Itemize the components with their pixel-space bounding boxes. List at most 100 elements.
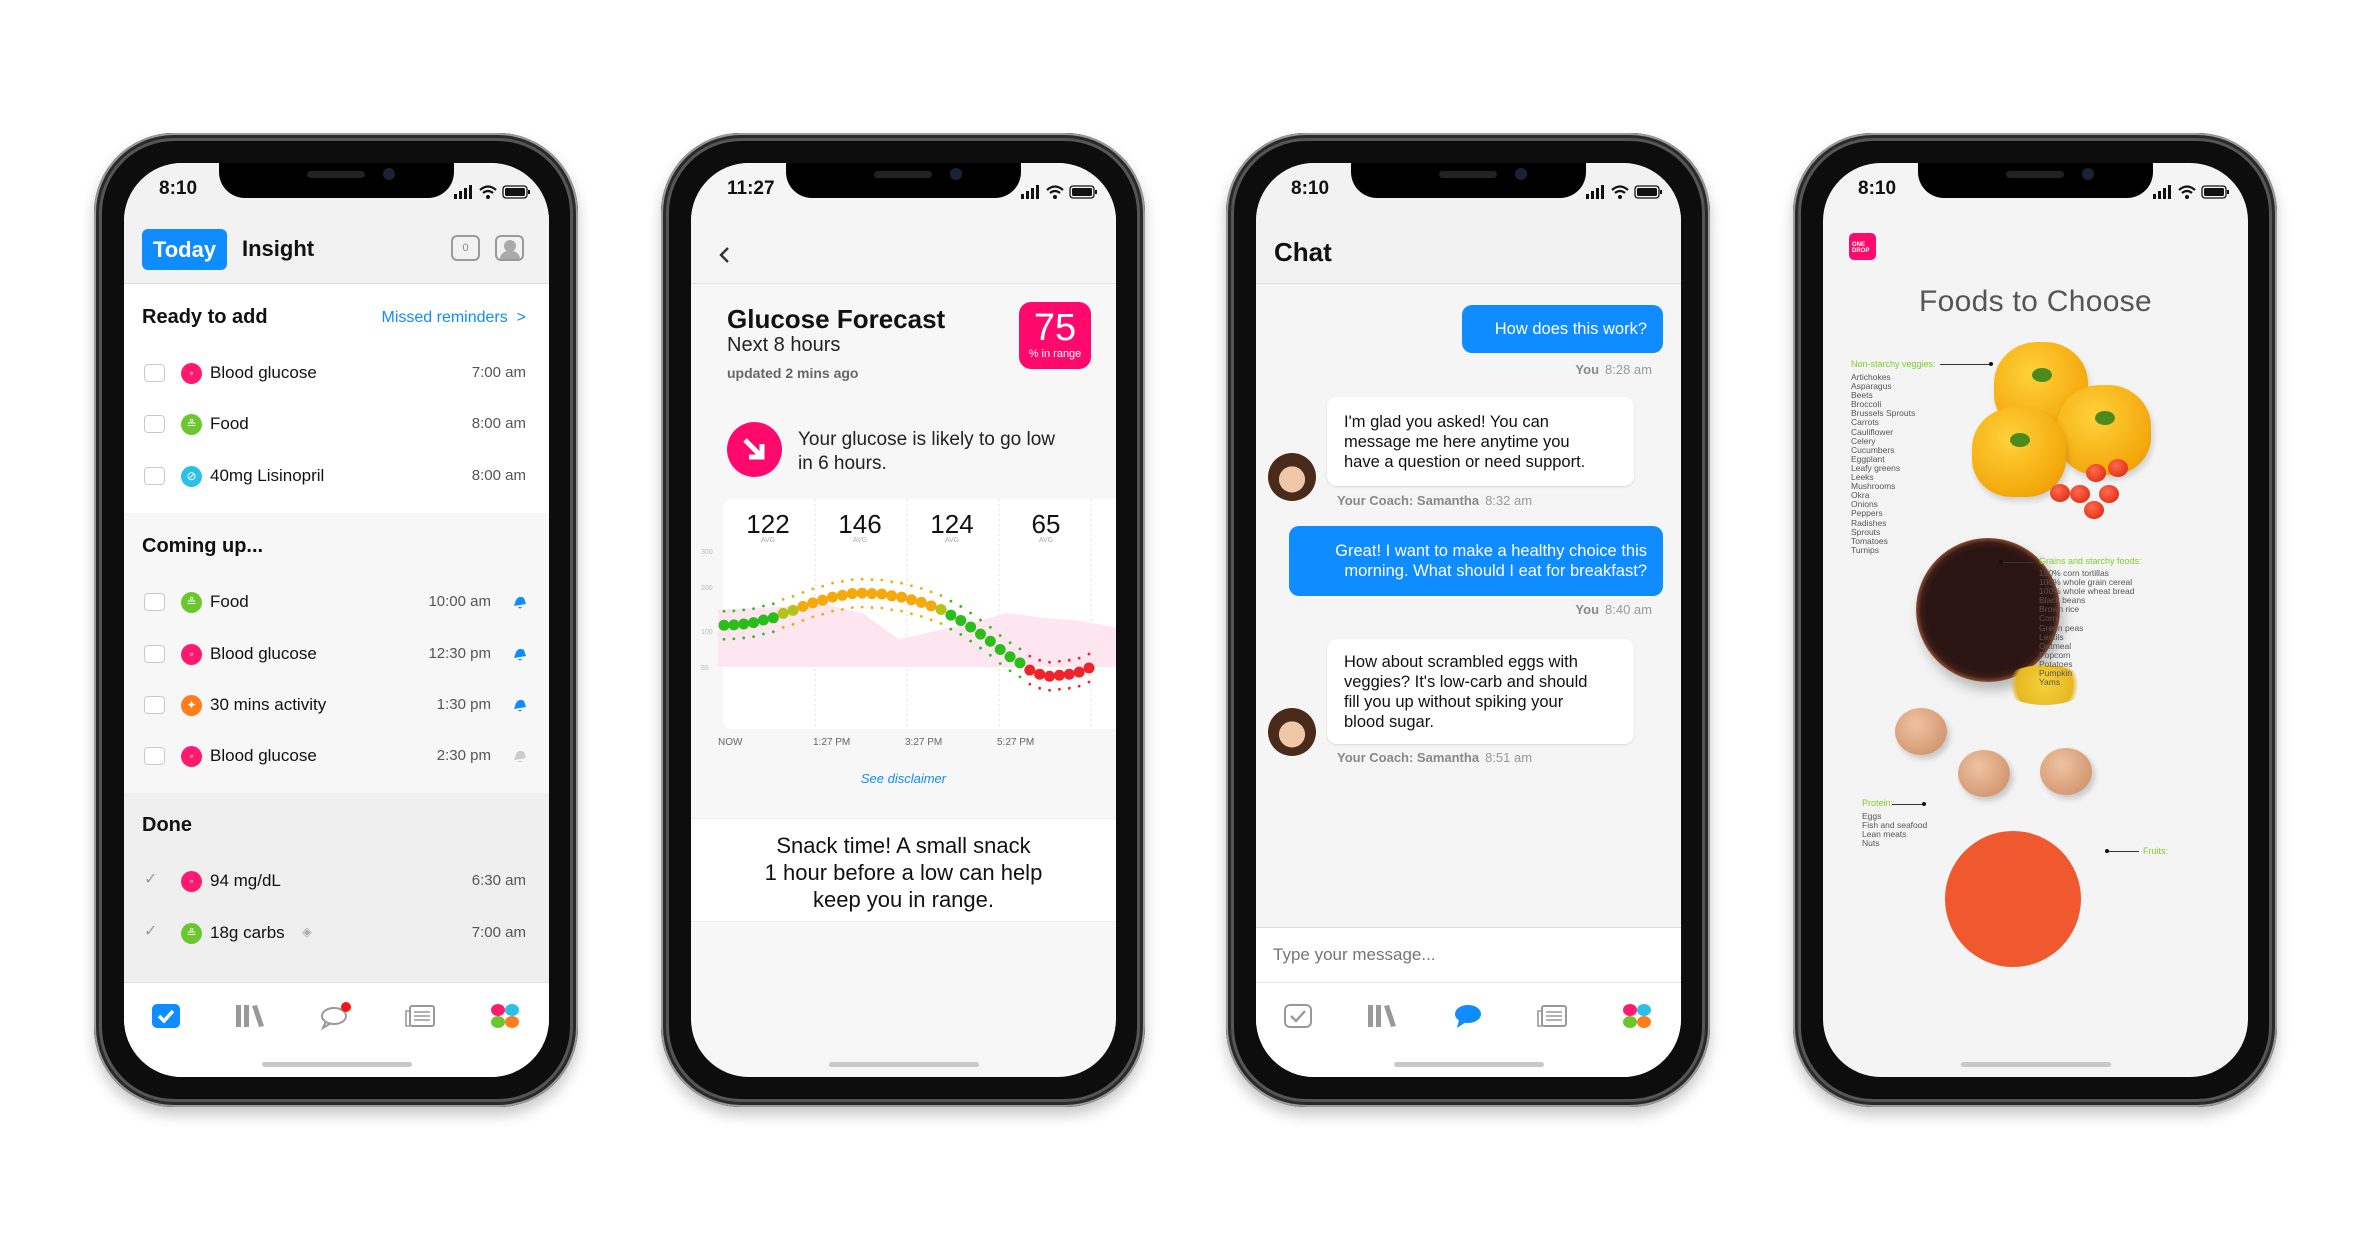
forecast-upper-bound [870,578,874,581]
forecast-upper-bound [840,579,844,583]
bell-icon[interactable] [512,595,527,609]
forecast-lower-bound [781,626,785,629]
forecast-lower-bound [1048,688,1051,692]
checklist-icon[interactable] [1281,1001,1315,1031]
in-range-value: 75 [1033,307,1077,349]
chat-icon[interactable] [1451,1001,1485,1031]
news-icon[interactable] [1535,1001,1569,1031]
message-input[interactable] [1256,927,1681,982]
forecast-lower-bound [752,635,755,639]
item-time: 8:00 am [471,415,526,432]
checkbox[interactable] [144,696,165,714]
checkbox[interactable] [144,364,165,382]
message-you: How does this work? [1462,305,1663,353]
library-icon[interactable] [1365,1001,1399,1031]
forecast-upper-bound [1087,652,1091,656]
protein-list: Eggs Fish and seafood Lean meats Nuts [1862,811,1927,848]
item-label: 18g carbs [210,923,285,942]
bell-icon[interactable] [512,698,527,712]
y-tick-label: 100 [701,629,713,636]
see-disclaimer-link[interactable]: See disclaimer [691,771,1116,786]
home-indicator [829,1062,979,1067]
forecast-title: Glucose Forecast [727,304,946,334]
notch [1918,163,2153,198]
checkbox[interactable] [144,645,165,663]
forecast-point [738,618,750,630]
forecast-point [1083,662,1095,674]
notch [1351,163,1586,198]
message-meta: Your Coach: Samantha 8:32 am [1337,493,1533,508]
forecast-point [876,588,888,600]
avg-label: AVG [852,537,868,544]
back-chevron-icon[interactable] [717,245,733,265]
tomato-image [2086,464,2106,482]
coach-avatar [1268,708,1316,756]
forecast-upper-bound [860,577,864,581]
done-title: Done [142,814,192,836]
checkbox[interactable] [144,467,165,485]
item-time: 2:30 pm [436,747,491,764]
one-drop-logo: ONE DROP [1849,233,1876,260]
checklist-icon[interactable] [149,1001,183,1031]
tab-insight[interactable]: Insight [242,236,314,262]
chat-title: Chat [1274,237,1332,267]
updated-time: updated 2 mins ago [727,365,859,381]
forecast-point [846,588,858,600]
x-tick-label: 5:27 PM [997,737,1035,748]
connector-line [1940,364,1990,365]
x-tick-label: NOW [718,737,743,748]
today-screen: 8:10 Today Insight 0 Ready to add Missed… [124,163,549,1077]
forecast-upper-bound [890,580,894,584]
checkbox[interactable] [144,593,165,611]
message-meta: You 8:40 am [1575,602,1652,617]
forecast-point [748,617,760,629]
pill-icon: ⊘ [181,466,202,487]
forecast-upper-bound [1067,658,1071,662]
profile-button[interactable] [495,235,524,261]
forecast-lower-bound [929,618,933,622]
food-item: Turnips [1851,544,1880,555]
item-label: 30 mins activity [210,695,327,714]
forecast-lower-bound [919,615,923,618]
forecast-point [945,609,957,621]
forecast-point [757,614,769,626]
apps-icon[interactable] [1620,1001,1654,1031]
snack-tip: Snack time! A small snack 1 hour before a… [691,818,1116,922]
avg-value: 124 [930,509,974,539]
forecast-upper-bound [1008,641,1012,645]
low-glucose-alert: Your glucose is likely to go low in 6 hou… [798,429,1055,474]
item-time: 10:00 am [428,593,491,610]
food-icon: ≗ [181,414,202,435]
missed-reminders-link[interactable]: Missed reminders > [382,309,527,327]
forecast-point [787,604,799,616]
chat-icon[interactable] [319,1001,353,1031]
library-icon[interactable] [233,1001,267,1031]
bell-icon[interactable] [512,647,527,661]
tab-today[interactable]: Today [142,229,227,270]
forecast-point [1063,668,1075,680]
forecast-point [925,600,937,612]
forecast-lower-bound [870,606,874,609]
forecast-lower-bound [1028,682,1032,686]
food-icon: ≗ [181,592,202,613]
checkbox[interactable] [144,747,165,765]
forecast-lower-bound [1008,669,1012,673]
phone-foods: 8:10 ONE DROP Foods to Choose Non-starch… [1793,133,2277,1107]
apps-icon[interactable] [488,1001,522,1031]
checkmark-icon: ✓ [144,871,158,888]
notification-dot [341,1002,351,1012]
news-icon[interactable] [403,1001,437,1031]
item-time: 6:30 am [471,872,526,889]
forecast-lower-bound [1087,680,1091,684]
checkbox[interactable] [144,415,165,433]
forecast-upper-bound [732,609,736,613]
forecast-upper-bound [752,607,755,611]
forecast-lower-bound [939,622,943,625]
status-icons [2153,185,2231,199]
forecast-upper-bound [801,590,805,594]
forecast-upper-bound [1058,659,1061,663]
messages-button[interactable]: 0 [451,235,480,261]
bell-icon[interactable] [512,749,527,763]
avg-value: 65 [1031,509,1061,539]
x-tick-label: 3:27 PM [905,737,943,748]
